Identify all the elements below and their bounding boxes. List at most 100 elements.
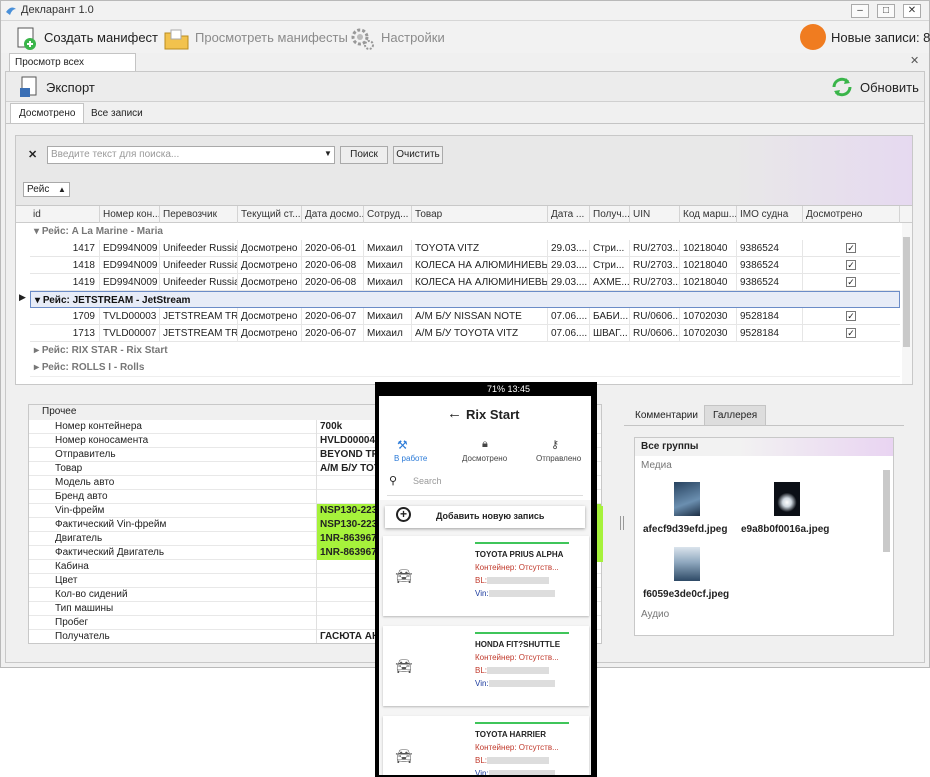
new-records-label[interactable]: Новые записи: 8 [831, 27, 930, 49]
clear-button[interactable]: Очистить [393, 146, 443, 164]
close-window-button[interactable]: ✕ [903, 4, 921, 18]
column-header[interactable]: Товар [412, 206, 548, 223]
table-cell: 1713 [30, 325, 100, 342]
row-indicator-icon: ▶ [19, 292, 26, 302]
column-header[interactable]: Досмотрено [803, 206, 900, 223]
table-cell: Михаил [364, 240, 412, 257]
vin-redacted [489, 680, 555, 687]
column-header[interactable]: Получ... [590, 206, 630, 223]
grid-scrollbar[interactable] [902, 223, 912, 384]
tab-all-records[interactable]: Все записи [82, 103, 152, 123]
property-name: Номер коносамента [55, 435, 149, 446]
refresh-button[interactable]: Обновить [830, 75, 920, 99]
chevron-down-icon[interactable]: ▼ [324, 149, 332, 158]
gallery-thumb-1[interactable] [674, 482, 700, 516]
table-cell: 29.03.... [548, 240, 590, 257]
property-name: Vin-фрейм [55, 505, 105, 516]
close-tab-icon[interactable]: ✕ [910, 54, 919, 67]
back-arrow-icon[interactable]: ← [447, 405, 462, 422]
phone-tab-sent[interactable]: ⚷ Отправлено [533, 438, 589, 466]
search-icon: ⚲ [389, 475, 398, 487]
column-header[interactable]: Сотруд... [364, 206, 412, 223]
tab-comments[interactable]: Комментарии [626, 405, 707, 425]
phone-search-input[interactable]: ⚲ Search [387, 468, 583, 496]
container-text: Контейнер: Отсутств... [475, 743, 559, 752]
property-name: Товар [55, 463, 83, 474]
gallery-thumb-2[interactable] [774, 482, 800, 516]
gallery-file-2[interactable]: e9a8b0f0016a.jpeg [741, 524, 829, 535]
table-cell: RU/0606... [630, 325, 680, 342]
table-cell: 10702030 [680, 308, 737, 325]
tab-view-all-manifests[interactable]: Просмотр всех манифестов [9, 53, 136, 85]
expand-chevron-icon[interactable]: ▾ [35, 295, 43, 306]
table-cell: 10218040 [680, 274, 737, 291]
phone-screen: ← Rix Start ⚒ В работе 🔒︎ Досмотрено ⚷ О… [379, 396, 591, 775]
vehicle-card[interactable]: 🚘︎ HONDA FIT?SHUTTLE Контейнер: Отсутств..… [383, 626, 589, 706]
vehicle-card[interactable]: 🚘︎ TOYOTA PRIUS ALPHA Контейнер: Отсутств.… [383, 536, 589, 616]
grid-scroll-thumb[interactable] [903, 237, 910, 347]
add-record-button[interactable]: + Добавить новую запись [385, 506, 585, 528]
column-header[interactable]: Номер кон... [100, 206, 160, 223]
table-cell: Досмотрено [238, 274, 302, 291]
table-cell: RU/2703... [630, 257, 680, 274]
table-cell: Досмотрено [238, 325, 302, 342]
phone-tab-in-work[interactable]: ⚒ В работе [385, 438, 445, 466]
splitter-handle-icon[interactable] [620, 516, 624, 530]
inspected-checkbox[interactable]: ✓ [846, 328, 856, 338]
phone-tab-inspected[interactable]: 🔒︎ Досмотрено [455, 438, 515, 466]
gallery-scroll-thumb[interactable] [883, 470, 890, 552]
table-cell: 1417 [30, 240, 100, 257]
settings-button[interactable]: Настройки [350, 27, 445, 50]
group-row[interactable]: ▾ Рейс: A La Marine - Maria [30, 223, 900, 240]
window-title: Декларант 1.0 [21, 4, 94, 16]
gallery-group-header: Все группы [635, 438, 893, 456]
minimize-button[interactable]: – [851, 4, 869, 18]
clear-filter-icon[interactable]: ✕ [28, 148, 37, 161]
table-cell: Досмотрено [238, 240, 302, 257]
hammer-icon: ⚒ [397, 438, 408, 452]
table-cell: Unifeeder Russia [160, 257, 238, 274]
table-cell: 2020-06-07 [302, 325, 364, 342]
car-icon: 🚘︎ [395, 568, 413, 584]
expand-chevron-icon[interactable]: ▸ [34, 345, 42, 356]
group-by-flight-chip[interactable]: Рейс ▲ [23, 182, 70, 197]
column-header[interactable]: id [30, 206, 100, 223]
table-cell: Досмотрено [238, 308, 302, 325]
maximize-button[interactable]: □ [877, 4, 895, 18]
props-scroll-accent [597, 506, 603, 562]
column-header[interactable]: UIN [630, 206, 680, 223]
search-button[interactable]: Поиск [340, 146, 388, 164]
column-header[interactable]: Дата ... [548, 206, 590, 223]
create-manifest-button[interactable]: Создать манифест [15, 27, 158, 50]
table-cell: Unifeeder Russia [160, 240, 238, 257]
gallery-thumb-3[interactable] [674, 547, 700, 581]
inspected-checkbox[interactable]: ✓ [846, 243, 856, 253]
group-title: Рейс: A La Marine - Maria [41, 226, 163, 237]
group-row[interactable]: ▸ Рейс: RIX STAR - Rix Start [30, 342, 900, 359]
column-header[interactable]: Перевозчик [160, 206, 238, 223]
view-manifests-button[interactable]: Просмотреть манифесты [164, 27, 348, 50]
inspected-checkbox[interactable]: ✓ [846, 277, 856, 287]
group-row[interactable]: ▸ Рейс: ROLLS I - Rolls [30, 359, 900, 376]
group-row[interactable]: ▾ Рейс: JETSTREAM - JetStream [30, 291, 900, 308]
vehicle-card[interactable]: 🚘︎ TOYOTA HARRIER Контейнер: Отсутств... BL… [383, 716, 589, 775]
inspected-checkbox[interactable]: ✓ [846, 260, 856, 270]
table-cell: ШВАГ... [590, 325, 630, 342]
notification-indicator-icon[interactable] [800, 24, 826, 50]
expand-chevron-icon[interactable]: ▾ [34, 226, 42, 237]
tab-gallery[interactable]: Галлерея [704, 405, 767, 425]
table-cell: TVLD00003 [100, 308, 160, 325]
column-header[interactable]: Код марш... [680, 206, 737, 223]
search-input[interactable]: Введите текст для поиска... ▼ [47, 146, 335, 164]
property-name: Фактический Vin-фрейм [55, 519, 167, 530]
column-header[interactable]: IMO судна [737, 206, 803, 223]
column-header[interactable]: Дата досмо... [302, 206, 364, 223]
tab-inspected[interactable]: Досмотрено [10, 103, 85, 123]
inspected-checkbox[interactable]: ✓ [846, 311, 856, 321]
gallery-file-1[interactable]: afecf9d39efd.jpeg [643, 524, 727, 535]
expand-chevron-icon[interactable]: ▸ [34, 362, 42, 373]
column-header[interactable]: Текущий ст... [238, 206, 302, 223]
export-button[interactable]: Экспорт [18, 76, 108, 98]
gallery-file-3[interactable]: f6059e3de0cf.jpeg [643, 589, 729, 600]
table-cell: RU/2703... [630, 274, 680, 291]
